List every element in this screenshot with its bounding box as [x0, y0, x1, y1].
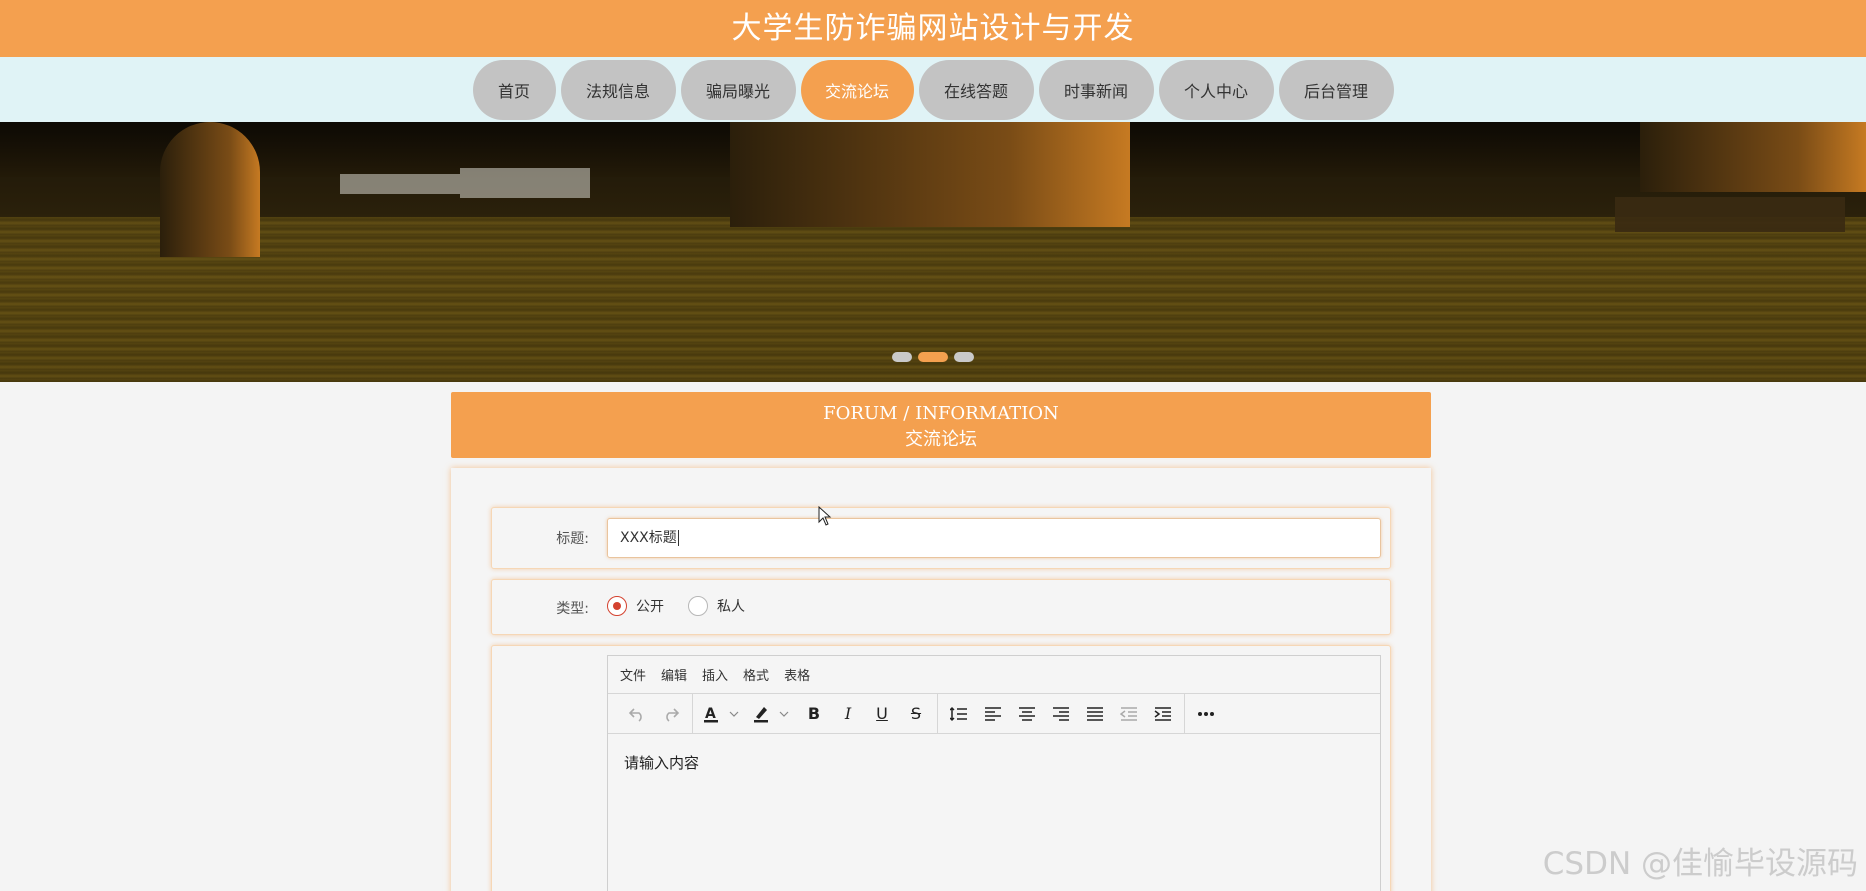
menu-file[interactable]: 文件 [620, 665, 646, 684]
underline-icon[interactable]: U [865, 699, 899, 729]
radio-private[interactable] [688, 596, 708, 616]
bold-icon[interactable]: B [797, 699, 831, 729]
title-label: 标题: [556, 531, 589, 547]
carousel-indicators [0, 352, 1866, 362]
content-row: 文件 编辑 插入 格式 表格 A B I U S 请输入内容 [491, 645, 1391, 891]
nav-item-scam-exposure[interactable]: 骗局曝光 [680, 59, 796, 120]
site-title: 大学生防诈骗网站设计与开发 [731, 10, 1135, 46]
nav-item-personal-center[interactable]: 个人中心 [1158, 59, 1274, 120]
toolbar-group-history [616, 693, 693, 734]
carousel-dot[interactable] [954, 352, 974, 362]
type-radio-group: 公开 私人 [607, 596, 769, 616]
nav-item-news[interactable]: 时事新闻 [1038, 59, 1154, 120]
banner-boat [340, 174, 460, 194]
more-icon[interactable] [1189, 699, 1223, 729]
nav-item-forum[interactable]: 交流论坛 [800, 59, 914, 120]
type-row: 类型: 公开 私人 [491, 579, 1391, 635]
indent-icon[interactable] [1146, 699, 1180, 729]
nav-item-regulations[interactable]: 法规信息 [560, 59, 676, 120]
section-title-cn: 交流论坛 [905, 429, 977, 450]
nav-item-online-quiz[interactable]: 在线答题 [918, 59, 1034, 120]
svg-text:A: A [705, 706, 716, 722]
radio-public-label[interactable]: 公开 [636, 596, 664, 616]
outdent-icon[interactable] [1112, 699, 1146, 729]
nav-item-admin[interactable]: 后台管理 [1278, 59, 1394, 120]
align-left-icon[interactable] [976, 699, 1010, 729]
align-center-icon[interactable] [1010, 699, 1044, 729]
radio-public[interactable] [607, 596, 627, 616]
title-input-value: XXX标题 [620, 530, 677, 546]
editor-content-area[interactable]: 请输入内容 [608, 734, 1380, 791]
menu-insert[interactable]: 插入 [702, 665, 728, 684]
banner-boat [460, 168, 590, 198]
align-justify-icon[interactable] [1078, 699, 1112, 729]
site-header: 大学生防诈骗网站设计与开发 [0, 0, 1866, 57]
editor-placeholder: 请输入内容 [624, 754, 700, 772]
banner-boat [1615, 197, 1845, 232]
mouse-cursor-icon [818, 506, 832, 526]
watermark: CSDN @佳愉毕设源码 [1542, 846, 1858, 882]
rich-text-editor: 文件 编辑 插入 格式 表格 A B I U S 请输入内容 [607, 655, 1381, 891]
toolbar-group-color: A B I U S [693, 693, 938, 734]
strikethrough-icon[interactable]: S [899, 699, 933, 729]
toolbar-group-more [1185, 694, 1227, 734]
toolbar-group-align [938, 693, 1185, 734]
radio-private-label[interactable]: 私人 [717, 596, 745, 616]
undo-icon[interactable] [620, 699, 654, 729]
menu-edit[interactable]: 编辑 [661, 665, 687, 684]
align-right-icon[interactable] [1044, 699, 1078, 729]
main-nav: 首页 法规信息 骗局曝光 交流论坛 在线答题 时事新闻 个人中心 后台管理 [0, 57, 1866, 122]
highlight-color-icon[interactable] [747, 699, 797, 729]
line-height-icon[interactable] [942, 699, 976, 729]
editor-menubar: 文件 编辑 插入 格式 表格 [608, 656, 1380, 694]
menu-format[interactable]: 格式 [743, 665, 769, 684]
section-title: FORUM / INFORMATION 交流论坛 [451, 392, 1431, 458]
carousel-dot[interactable] [892, 352, 912, 362]
banner-bridge-pier [730, 122, 1130, 227]
title-input[interactable]: XXX标题 [607, 518, 1381, 558]
banner-bridge-pier [160, 122, 260, 257]
redo-icon[interactable] [654, 699, 688, 729]
section-title-en: FORUM / INFORMATION [823, 403, 1059, 424]
banner-bridge-pier [1640, 122, 1866, 192]
banner-carousel[interactable] [0, 122, 1866, 382]
type-label: 类型: [556, 601, 589, 617]
text-color-icon[interactable]: A [697, 699, 747, 729]
forum-post-form: 标题: XXX标题 类型: 公开 私人 文件 编辑 插入 格式 表格 A B I… [451, 468, 1431, 891]
title-row: 标题: XXX标题 [491, 507, 1391, 569]
menu-table[interactable]: 表格 [784, 665, 810, 684]
nav-item-home[interactable]: 首页 [472, 59, 556, 120]
editor-toolbar: A B I U S [608, 693, 1380, 734]
carousel-dot-active[interactable] [918, 352, 948, 362]
italic-icon[interactable]: I [831, 699, 865, 729]
